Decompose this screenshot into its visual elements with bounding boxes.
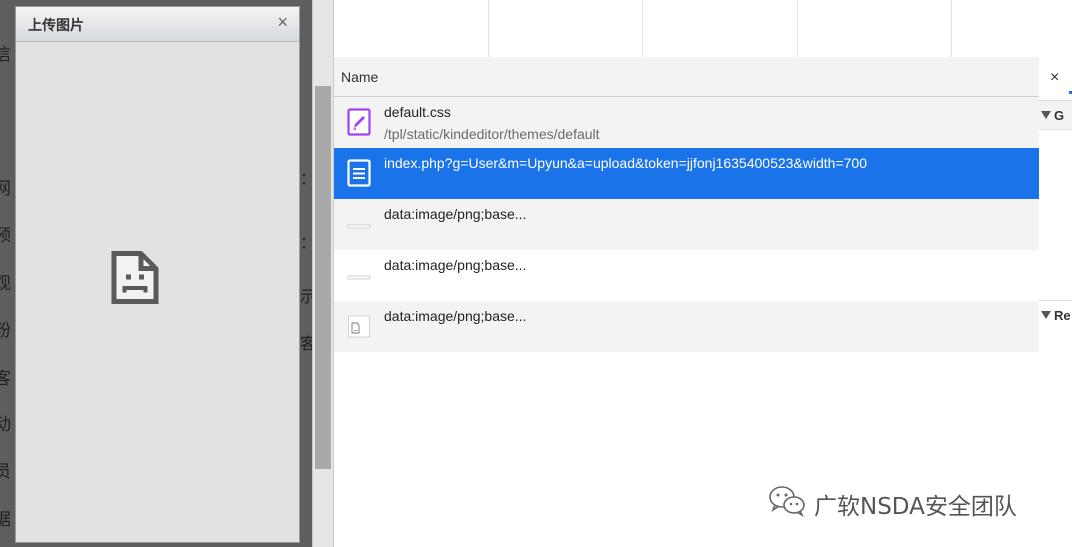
triangle-down-icon <box>1041 111 1051 119</box>
background-text: 动 <box>0 415 11 435</box>
request-name: index.php?g=User&m=Upyun&a=upload&token=… <box>384 155 867 171</box>
background-text: 客 <box>0 369 11 389</box>
request-path: /tpl/static/kindeditor/themes/default <box>384 126 600 142</box>
background-text: 示 <box>300 287 312 306</box>
section-label: G <box>1054 108 1065 123</box>
request-row[interactable]: data:image/png;base... <box>334 250 1039 301</box>
scrollbar-thumb[interactable] <box>315 86 331 469</box>
network-requests-table: Name default.css /tpl/static/kindeditor/… <box>334 57 1040 547</box>
stylesheet-icon <box>347 108 371 136</box>
response-section-header[interactable]: Re <box>1039 300 1072 329</box>
request-details-pane: × G Re <box>1039 57 1072 547</box>
request-name: data:image/png;base... <box>384 206 527 222</box>
request-name: default.css <box>384 104 451 120</box>
watermark-text: 广软NSDA安全团队 <box>814 494 1017 520</box>
background-text: ： <box>300 165 312 189</box>
general-section-header[interactable]: G <box>1039 100 1072 130</box>
background-text: 据 <box>0 510 11 530</box>
image-thumb-icon <box>348 315 370 338</box>
background-text: 预 <box>0 226 11 246</box>
request-name: data:image/png;base... <box>384 257 527 273</box>
request-name: data:image/png;base... <box>384 308 527 324</box>
background-text: 观 <box>0 274 11 294</box>
background-text: 信 <box>0 45 11 65</box>
name-column-header[interactable]: Name <box>334 57 1039 97</box>
timeline-divider <box>951 0 952 57</box>
wechat-logo-icon <box>769 486 805 518</box>
dialog-close-button[interactable]: × <box>277 12 288 33</box>
broken-image-icon <box>111 251 159 304</box>
image-thumb-icon <box>347 224 371 229</box>
background-text: 网 <box>0 179 11 199</box>
timeline-divider <box>797 0 798 57</box>
request-row[interactable]: data:image/png;base... <box>334 301 1039 352</box>
background-text: 客 <box>300 334 312 353</box>
dialog-header: 上传图片 × <box>16 7 299 42</box>
background-text: 员 <box>0 462 11 482</box>
page-scrollbar[interactable] <box>312 0 334 547</box>
document-icon <box>347 159 371 187</box>
background-text: 粉 <box>0 321 11 341</box>
devtools-network-panel: Name default.css /tpl/static/kindeditor/… <box>333 0 1072 547</box>
triangle-down-icon <box>1041 311 1051 319</box>
timeline-divider <box>642 0 643 57</box>
request-row[interactable]: default.css /tpl/static/kindeditor/theme… <box>334 97 1039 148</box>
image-thumb-icon <box>347 275 371 280</box>
timeline-divider <box>488 0 489 57</box>
request-row[interactable]: data:image/png;base... <box>334 199 1039 250</box>
background-text: ： <box>300 229 312 253</box>
upload-image-dialog: 上传图片 × <box>15 6 300 543</box>
section-label: Re <box>1054 308 1071 323</box>
column-header-label: Name <box>341 69 379 85</box>
network-overview-timeline[interactable] <box>334 0 1039 58</box>
dialog-title: 上传图片 <box>28 18 84 34</box>
request-row-selected[interactable]: index.php?g=User&m=Upyun&a=upload&token=… <box>334 148 1039 199</box>
close-details-button[interactable]: × <box>1050 69 1059 87</box>
